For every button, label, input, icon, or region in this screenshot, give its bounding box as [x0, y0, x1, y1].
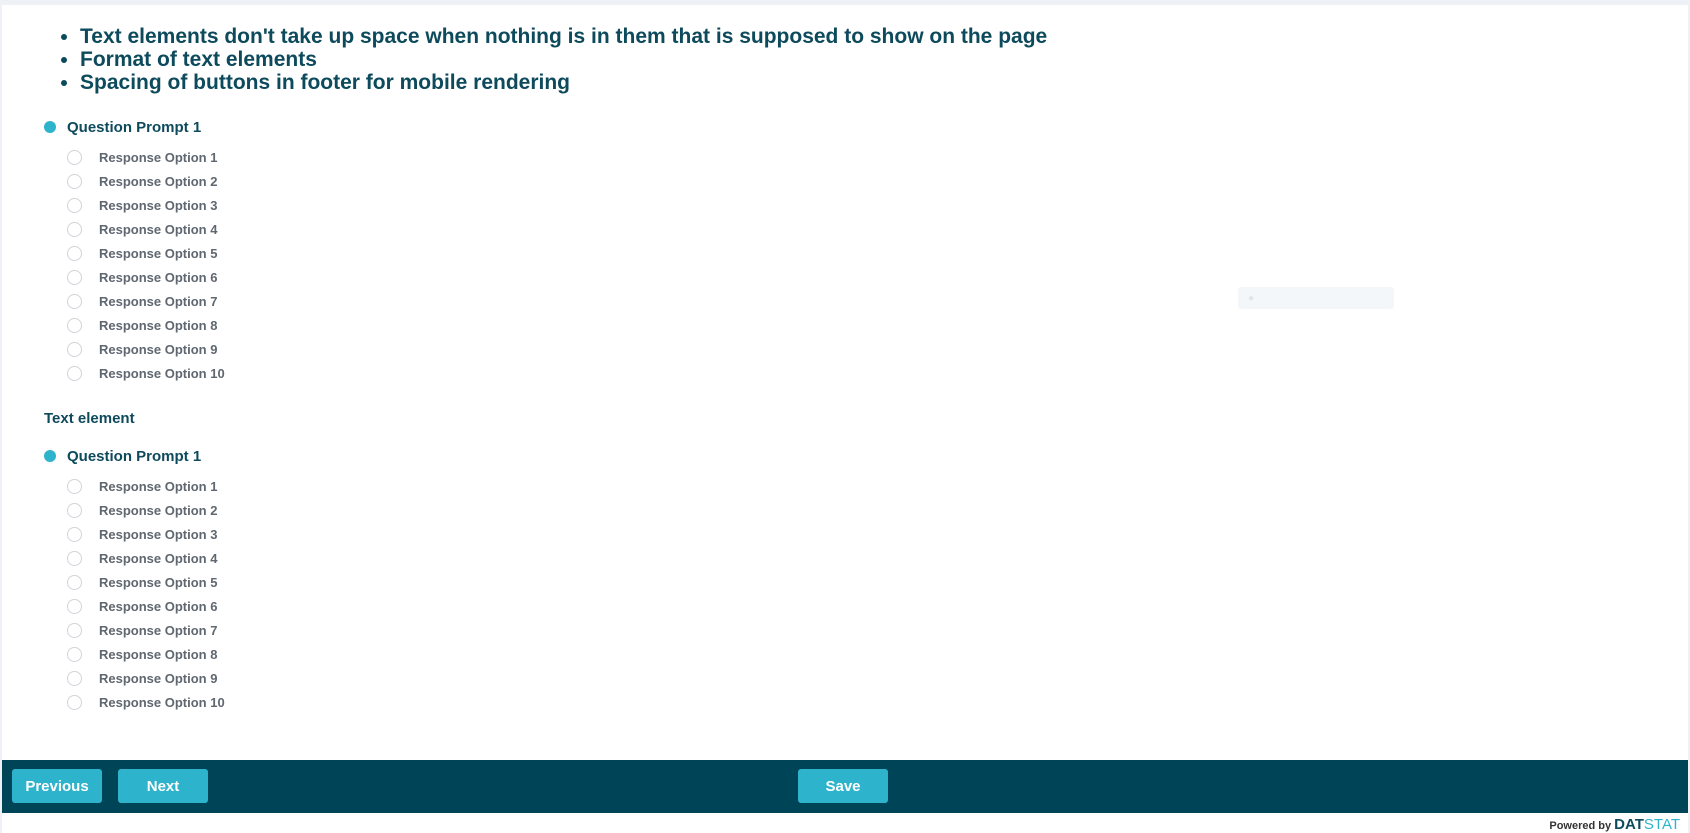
survey-page: Text elements don't take up space when n…: [2, 5, 1688, 833]
response-options: Response Option 1 Response Option 2 Resp…: [44, 474, 225, 714]
response-option-label: Response Option 9: [99, 341, 218, 357]
response-option[interactable]: Response Option 7: [67, 618, 225, 642]
response-option[interactable]: Response Option 2: [67, 169, 225, 193]
response-option[interactable]: Response Option 10: [67, 690, 225, 714]
radio-button[interactable]: [67, 598, 82, 614]
note-item: Spacing of buttons in footer for mobile …: [80, 71, 1047, 94]
question-prompt-text: Question Prompt 1: [67, 447, 202, 465]
radio-button[interactable]: [67, 173, 82, 189]
response-option-label: Response Option 2: [99, 173, 218, 189]
response-option-label: Response Option 4: [99, 221, 218, 237]
brand-logo-part-a: DAT: [1614, 816, 1644, 833]
radio-button[interactable]: [67, 694, 82, 710]
response-option[interactable]: Response Option 7: [67, 289, 225, 313]
radio-button[interactable]: [67, 269, 82, 285]
radio-button[interactable]: [67, 622, 82, 638]
question-marker-icon: [44, 450, 56, 462]
response-option-label: Response Option 6: [99, 598, 218, 614]
response-option-label: Response Option 7: [99, 293, 218, 309]
response-options: Response Option 1 Response Option 2 Resp…: [44, 145, 225, 385]
response-option-label: Response Option 10: [99, 365, 225, 381]
radio-button[interactable]: [67, 478, 82, 494]
response-option-label: Response Option 7: [99, 622, 218, 638]
response-option[interactable]: Response Option 4: [67, 217, 225, 241]
radio-button[interactable]: [67, 221, 82, 237]
next-button[interactable]: Next: [118, 769, 208, 803]
note-item: Text elements don't take up space when n…: [80, 25, 1047, 48]
save-button[interactable]: Save: [798, 769, 888, 803]
question-prompt: Question Prompt 1: [44, 444, 225, 468]
response-option[interactable]: Response Option 10: [67, 361, 225, 385]
radio-button[interactable]: [67, 365, 82, 381]
radio-button[interactable]: [67, 245, 82, 261]
response-option[interactable]: Response Option 5: [67, 570, 225, 594]
radio-button[interactable]: [67, 149, 82, 165]
question-marker-icon: [44, 121, 56, 133]
response-option-label: Response Option 3: [99, 197, 218, 213]
footer-bar: Previous Next Save: [2, 760, 1688, 813]
response-option-label: Response Option 9: [99, 670, 218, 686]
radio-button[interactable]: [67, 550, 82, 566]
response-option[interactable]: Response Option 6: [67, 594, 225, 618]
note-item: Format of text elements: [80, 48, 1047, 71]
response-option-label: Response Option 10: [99, 694, 225, 710]
notes-list: Text elements don't take up space when n…: [58, 25, 1047, 94]
response-option[interactable]: Response Option 3: [67, 193, 225, 217]
response-option-label: Response Option 8: [99, 646, 218, 662]
question-block-2: Question Prompt 1 Response Option 1 Resp…: [44, 444, 225, 714]
response-option-label: Response Option 1: [99, 149, 218, 165]
response-option[interactable]: Response Option 8: [67, 642, 225, 666]
text-element: Text element: [44, 410, 135, 427]
powered-by-text: Powered by: [1549, 820, 1612, 832]
response-option[interactable]: Response Option 3: [67, 522, 225, 546]
previous-button[interactable]: Previous: [12, 769, 102, 803]
radio-button[interactable]: [67, 293, 82, 309]
response-option-label: Response Option 2: [99, 502, 218, 518]
response-option[interactable]: Response Option 4: [67, 546, 225, 570]
response-option[interactable]: Response Option 6: [67, 265, 225, 289]
faded-overlay-widget: ●: [1238, 287, 1394, 309]
radio-button[interactable]: [67, 574, 82, 590]
response-option-label: Response Option 1: [99, 478, 218, 494]
question-prompt-text: Question Prompt 1: [67, 118, 202, 136]
response-option[interactable]: Response Option 1: [67, 145, 225, 169]
radio-button[interactable]: [67, 670, 82, 686]
response-option[interactable]: Response Option 1: [67, 474, 225, 498]
radio-button[interactable]: [67, 646, 82, 662]
response-option[interactable]: Response Option 8: [67, 313, 225, 337]
response-option-label: Response Option 3: [99, 526, 218, 542]
radio-button[interactable]: [67, 341, 82, 357]
response-option-label: Response Option 5: [99, 574, 218, 590]
response-option[interactable]: Response Option 5: [67, 241, 225, 265]
question-block-1: Question Prompt 1 Response Option 1 Resp…: [44, 115, 225, 385]
radio-button[interactable]: [67, 317, 82, 333]
radio-button[interactable]: [67, 197, 82, 213]
response-option[interactable]: Response Option 9: [67, 666, 225, 690]
radio-button[interactable]: [67, 502, 82, 518]
question-prompt: Question Prompt 1: [44, 115, 225, 139]
radio-button[interactable]: [67, 526, 82, 542]
response-option-label: Response Option 5: [99, 245, 218, 261]
brand-logo-part-b: STAT: [1643, 816, 1680, 833]
ghost-dot-icon: ●: [1248, 292, 1255, 304]
response-option-label: Response Option 8: [99, 317, 218, 333]
response-option-label: Response Option 6: [99, 269, 218, 285]
response-option-label: Response Option 4: [99, 550, 218, 566]
response-option[interactable]: Response Option 2: [67, 498, 225, 522]
powered-by: Powered by DATSTAT: [1549, 816, 1680, 833]
response-option[interactable]: Response Option 9: [67, 337, 225, 361]
